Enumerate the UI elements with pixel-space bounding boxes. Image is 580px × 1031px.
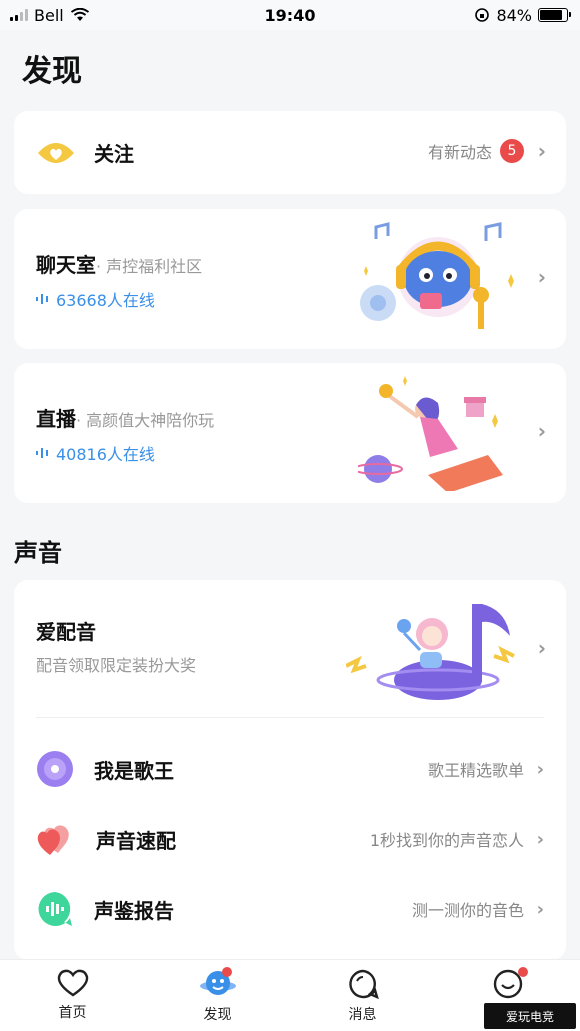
chat-room-card[interactable]: 聊天室· 声控福利社区 63668人在线 ›	[14, 209, 566, 349]
tab-discover[interactable]: 发现	[145, 960, 290, 1031]
chevron-right-icon: ›	[537, 419, 546, 443]
chat-room-online-count: 63668人在线	[56, 291, 155, 310]
row-label: 我是歌王	[94, 758, 174, 783]
profile-dot-badge	[518, 967, 528, 977]
row-right-text: 测一测你的音色	[411, 901, 524, 920]
sound-bars-icon	[36, 294, 48, 304]
chevron-right-icon: ›	[537, 139, 546, 163]
follow-label: 关注	[94, 142, 134, 166]
dubbing-entry[interactable]: 爱配音 配音领取限定装扮大奖 ›	[14, 580, 566, 717]
chat-bubble-icon	[348, 969, 379, 1000]
signal-icon	[10, 9, 28, 21]
chat-room-online: 63668人在线	[36, 287, 155, 311]
heart-icon	[57, 969, 88, 997]
sound-bars-icon	[36, 448, 48, 458]
dubbing-title: 爱配音	[36, 620, 96, 644]
row-right-text: 1秒找到你的声音恋人	[369, 831, 524, 850]
row-song-king[interactable]: 我是歌王 歌王精选歌单 ›	[36, 744, 544, 794]
chevron-right-icon: ›	[537, 265, 546, 289]
chat-room-subtitle: · 声控福利社区	[96, 257, 203, 276]
chevron-right-icon: ›	[536, 828, 544, 850]
watermark-logo: 爱玩电竞	[484, 1003, 576, 1029]
live-card[interactable]: 直播· 高颜值大神陪你玩 40816人在线 ›	[14, 363, 566, 503]
follow-eye-icon	[38, 142, 74, 163]
chevron-right-icon: ›	[536, 898, 544, 920]
tab-label: 发现	[203, 1007, 232, 1023]
tab-label: 消息	[348, 1007, 377, 1023]
follow-status: 有新动态 5	[428, 139, 524, 163]
voice-card: 爱配音 配音领取限定装扮大奖 › 我是歌王 歌王精选歌单 › 声音速配 1秒找到…	[14, 580, 566, 960]
tab-home[interactable]: 首页	[0, 960, 145, 1031]
follow-right-text: 有新动态	[427, 143, 492, 162]
live-online: 40816人在线	[36, 441, 155, 465]
row-right-text: 歌王精选歌单	[427, 761, 524, 780]
live-subtitle: · 高颜值大神陪你玩	[76, 411, 215, 430]
dubbing-subtitle: 配音领取限定装扮大奖	[36, 656, 197, 675]
chat-room-title: 聊天室	[36, 253, 96, 277]
battery-percent: 84%	[496, 5, 532, 25]
hearts-icon	[37, 825, 69, 855]
disc-icon	[37, 751, 73, 787]
chat-room-title-line: 聊天室· 声控福利社区	[36, 249, 202, 278]
status-bar: Bell 19:40 84%	[0, 0, 580, 30]
chevron-right-icon: ›	[536, 758, 544, 780]
dubbing-illustration	[346, 604, 515, 700]
voice-section-title: 声音	[14, 539, 62, 567]
tab-messages[interactable]: 消息	[290, 960, 435, 1031]
new-activity-badge: 5	[500, 139, 524, 163]
row-voice-report[interactable]: 声鉴报告 测一测你的音色 ›	[36, 884, 544, 934]
live-online-count: 40816人在线	[56, 445, 155, 464]
status-right: 84%	[474, 5, 571, 25]
row-label: 声鉴报告	[94, 898, 174, 923]
rotation-lock-icon	[475, 8, 490, 22]
voice-wave-icon	[38, 892, 72, 926]
row-label: 声音速配	[96, 828, 176, 853]
row-voice-match[interactable]: 声音速配 1秒找到你的声音恋人 ›	[36, 814, 544, 864]
page-title: 发现	[22, 54, 82, 89]
discover-dot-badge	[222, 967, 232, 977]
battery-icon	[538, 8, 571, 22]
chevron-right-icon: ›	[537, 636, 546, 660]
live-title-line: 直播· 高颜值大神陪你玩	[36, 403, 214, 432]
divider	[36, 717, 544, 718]
chat-room-illustration	[360, 222, 514, 329]
live-illustration	[358, 376, 503, 491]
follow-card[interactable]: 关注 有新动态 5 ›	[14, 111, 566, 194]
carrier-name: Bell	[34, 5, 64, 25]
wifi-icon	[70, 8, 89, 21]
status-left: Bell	[10, 6, 90, 25]
watermark-text: 爱玩电竞	[505, 1009, 554, 1024]
tab-label: 首页	[58, 1005, 87, 1021]
live-title: 直播	[36, 407, 76, 431]
